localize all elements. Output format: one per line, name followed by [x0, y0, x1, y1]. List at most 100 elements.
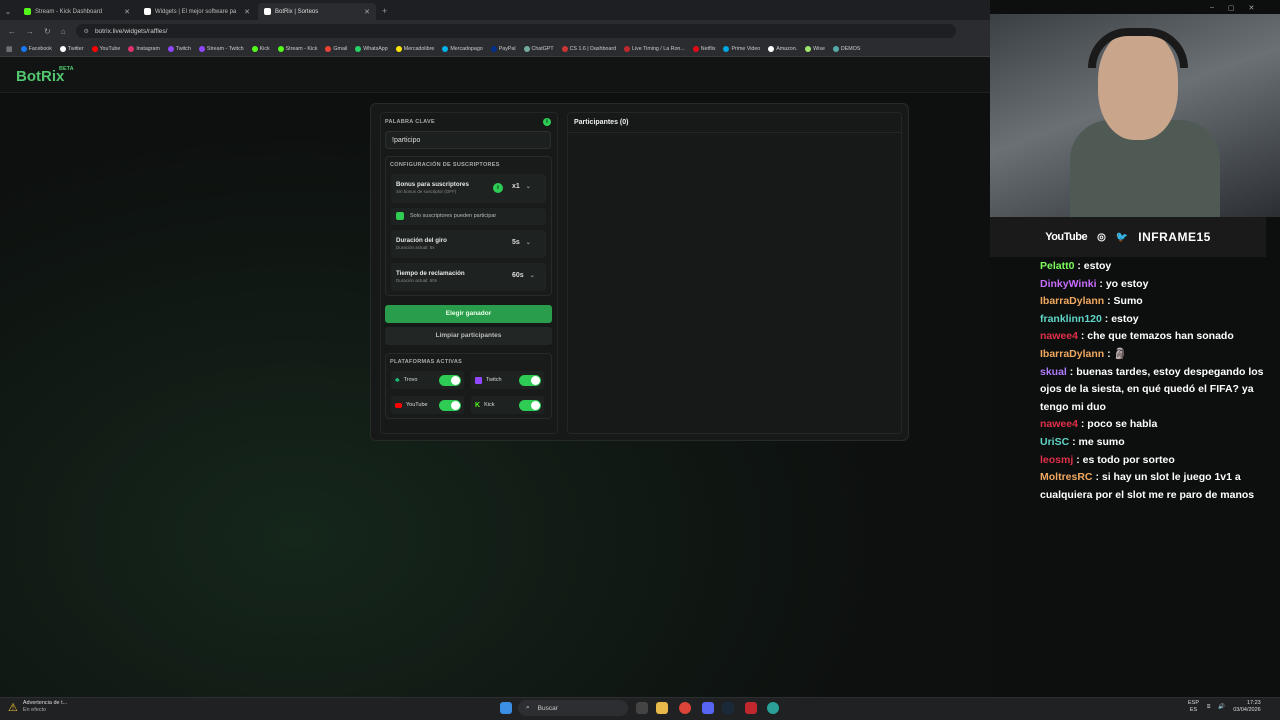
kick-toggle[interactable] [519, 399, 541, 411]
weather-warning-widget[interactable]: ⚠ Advertencia de t... En efecto [8, 700, 67, 714]
url-field[interactable]: ⚙ botrix.live/widgets/raffles/ [75, 24, 956, 38]
back-icon[interactable]: ← [8, 27, 16, 36]
home-icon[interactable]: ⌂ [61, 27, 66, 36]
steam-icon[interactable] [722, 702, 734, 714]
bookmark-item[interactable]: ChatGPT [523, 46, 554, 52]
chat-username: UriSC [1040, 435, 1070, 448]
twitch-toggle[interactable] [519, 374, 541, 386]
trovo-icon: ♣ [395, 376, 400, 384]
bookmark-item[interactable]: Live Timing / La Ron... [624, 46, 685, 52]
bookmark-label: Facebook [28, 46, 52, 52]
close-icon[interactable]: ✕ [244, 8, 250, 16]
bookmark-item[interactable]: Gmail [325, 46, 347, 52]
bookmark-item[interactable]: PayPal [490, 46, 516, 52]
clock[interactable]: 17:23 03/04/2026 [1233, 700, 1261, 714]
file-explorer-icon[interactable] [656, 702, 668, 714]
bookmark-item[interactable]: Twitch [167, 46, 191, 52]
chrome-icon[interactable] [679, 702, 691, 714]
bookmark-icon [442, 46, 449, 52]
platform-name: Trovo [403, 377, 418, 383]
bookmark-item[interactable]: Stream - Kick [277, 46, 317, 52]
discord-icon[interactable] [702, 702, 714, 714]
bookmark-icon [523, 46, 530, 52]
language-indicator[interactable]: ESP ES [1188, 700, 1199, 714]
keyboard-code: ES [1189, 707, 1198, 713]
chat-username: IbarraDylann [1040, 347, 1105, 360]
bookmark-icon [277, 46, 284, 52]
close-icon[interactable]: ✕ [124, 8, 130, 16]
youtube-toggle[interactable] [439, 399, 461, 411]
minimize-icon[interactable]: – [1210, 4, 1214, 12]
bookmark-icon [692, 46, 699, 52]
subs-only-row[interactable]: Solo suscriptores pueden participar [391, 208, 546, 225]
close-icon[interactable]: ✕ [364, 8, 370, 16]
browser-icon[interactable] [767, 702, 779, 714]
chat-text: : Sumo [1107, 295, 1143, 308]
tab-widgets[interactable]: Widgets | El mejor software pa ✕ [138, 3, 256, 20]
bookmark-item[interactable]: DEMOS [832, 46, 860, 52]
bookmark-icon [624, 46, 631, 52]
botrix-logo[interactable]: BotRix [16, 68, 64, 85]
apps-icon[interactable]: ▦ [6, 45, 13, 53]
bookmark-item[interactable]: YouTube [91, 46, 120, 52]
trovo-toggle[interactable] [439, 374, 461, 386]
bookmark-item[interactable]: Twitter [59, 46, 84, 52]
pick-winner-button[interactable]: Elegir ganador [385, 305, 552, 323]
info-icon[interactable]: i [543, 118, 551, 126]
chat-text: : me sumo [1072, 435, 1125, 448]
network-icon[interactable]: ⌸ [1207, 704, 1210, 711]
chevron-down-icon: ⌄ [529, 273, 535, 279]
task-view-icon[interactable] [636, 702, 648, 714]
start-icon[interactable] [500, 702, 512, 714]
maximize-icon[interactable]: ▢ [1228, 4, 1235, 12]
app-icon[interactable] [745, 702, 757, 714]
platform-name: Kick [484, 402, 495, 408]
volume-icon[interactable]: 🔊 [1218, 704, 1225, 710]
bookmark-item[interactable]: Kick [251, 46, 270, 52]
claim-text: Tiempo de reclamación Duración actual: 6… [396, 270, 465, 283]
tab-kick-dashboard[interactable]: Stream - Kick Dashboard ✕ [18, 3, 136, 20]
platform-name: YouTube [406, 402, 428, 408]
bookmark-item[interactable]: Mercadolibre [395, 46, 434, 52]
keyword-input[interactable]: !participo [385, 131, 551, 149]
chat-username: skual [1040, 365, 1067, 378]
bookmark-item[interactable]: Amazon. [768, 46, 797, 52]
reload-icon[interactable]: ↻ [44, 27, 51, 36]
new-tab-button[interactable]: + [382, 6, 387, 16]
kick-icon: K [475, 401, 481, 409]
info-icon[interactable]: i [493, 183, 503, 193]
tab-sorteos[interactable]: BotRix | Sorteos ✕ [258, 3, 376, 20]
clear-participants-button[interactable]: Limpiar participantes [385, 327, 552, 345]
chat-username: nawee4 [1040, 418, 1078, 431]
bookmark-item[interactable]: Prime Video [723, 46, 760, 52]
bookmark-icon [832, 46, 839, 52]
bookmark-item[interactable]: Mercadopago [442, 46, 483, 52]
warning-icon: ⚠ [8, 701, 18, 714]
claim-select[interactable]: 60s ⌄ [512, 272, 535, 279]
bookmark-item[interactable]: Wise [805, 46, 825, 52]
bonus-row: Bonus para suscriptores Sin bonus de sus… [391, 174, 546, 203]
bookmark-label: Netflix [700, 46, 716, 52]
bookmark-item[interactable]: CS 1.6 | Dashboard [561, 46, 616, 52]
claim-title: Tiempo de reclamación [396, 270, 465, 277]
bookmark-item[interactable]: Instagram [128, 46, 160, 52]
bookmark-item[interactable]: WhatsApp [355, 46, 388, 52]
bookmark-item[interactable]: Stream - Twitch [198, 46, 244, 52]
duration-select[interactable]: 5s ⌄ [512, 239, 531, 246]
site-info-icon[interactable]: ⚙ [84, 28, 89, 35]
forward-icon[interactable]: → [26, 27, 34, 36]
subs-only-checkbox[interactable] [396, 212, 404, 220]
bookmark-item[interactable]: Netflix [692, 46, 716, 52]
bookmark-item[interactable]: Facebook [20, 46, 52, 52]
bonus-select[interactable]: x1 ⌄ [512, 183, 531, 190]
close-window-icon[interactable]: ✕ [1249, 4, 1255, 12]
subs-only-label: Solo suscriptores pueden participar [410, 213, 497, 219]
chat-overlay: Pelatt0 : estoy DinkyWinki : yo estoy Ibar… [1040, 258, 1270, 504]
bookmark-icon [355, 46, 362, 52]
taskbar-search[interactable]: ⌕ Buscar [518, 700, 628, 716]
chat-username: nawee4 [1040, 330, 1078, 343]
tab-list-icon[interactable]: ⌄ [0, 7, 16, 16]
keyword-label: PALABRA CLAVE [385, 119, 435, 125]
chat-text: : yo estoy [1099, 277, 1149, 290]
bookmark-icon [805, 46, 812, 52]
